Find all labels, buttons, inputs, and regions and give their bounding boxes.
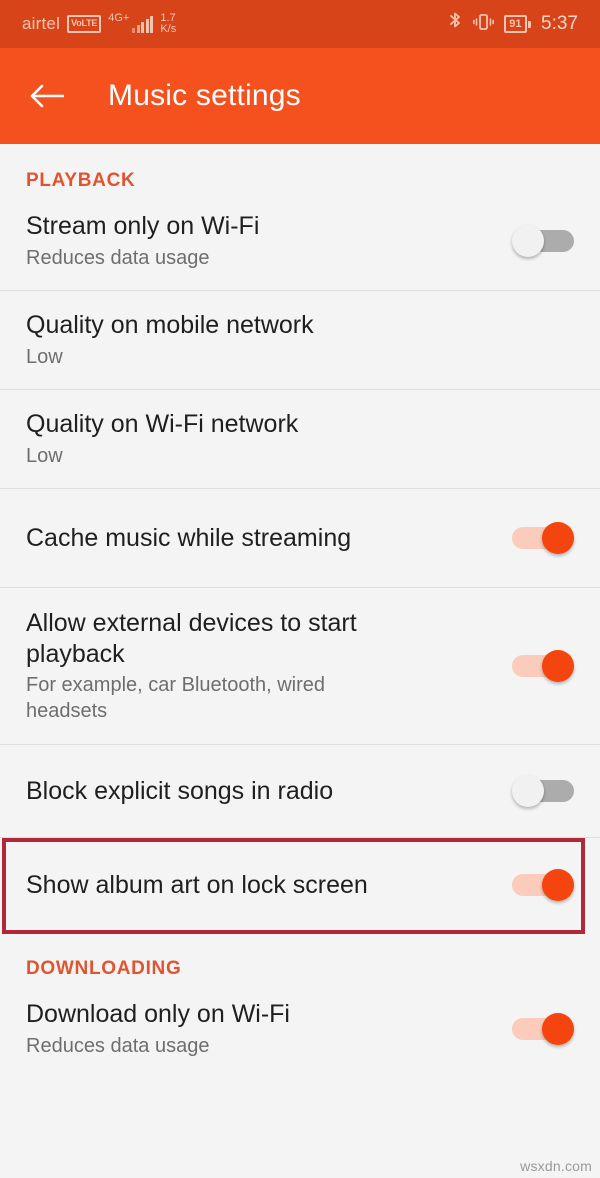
- row-title: Cache music while streaming: [26, 523, 352, 552]
- row-title: Quality on Wi-Fi network: [26, 410, 299, 439]
- row-subtitle: For example, car Bluetooth, wired headse…: [26, 674, 326, 722]
- row-title: Quality on mobile network: [26, 311, 314, 340]
- watermark-label: wsxdn.com: [520, 1158, 592, 1174]
- status-bar: airtel VoLTE 4G+ 1.7 K/s 91 5:37: [0, 0, 600, 48]
- battery-cap: [528, 20, 532, 28]
- toggle-block-explicit-songs[interactable]: [512, 773, 574, 809]
- row-title: Allow external devices to start playback: [26, 609, 357, 668]
- status-bar-right: 91 5:37: [448, 11, 578, 37]
- section-header-downloading: DOWNLOADING: [26, 958, 182, 979]
- clock-label: 5:37: [541, 13, 578, 34]
- toggle-stream-only-wifi[interactable]: [512, 223, 574, 259]
- toggle-show-album-art[interactable]: [512, 867, 574, 903]
- toggle-knob: [512, 225, 544, 257]
- network-type-label: 4G+: [108, 12, 130, 24]
- toggle-cache-music[interactable]: [512, 520, 574, 556]
- page-title: Music settings: [108, 79, 301, 112]
- carrier-label: airtel: [22, 14, 61, 33]
- setting-row-quality-mobile[interactable]: Quality on mobile network Low: [0, 291, 600, 389]
- setting-row-stream-only-wifi[interactable]: Stream only on Wi-Fi Reduces data usage: [0, 192, 600, 290]
- app-bar: Music settings: [0, 48, 600, 144]
- settings-list: PLAYBACK Stream only on Wi-Fi Reduces da…: [0, 144, 600, 1078]
- row-texts: Show album art on lock screen: [26, 870, 368, 901]
- signal-strength-icon: [132, 15, 154, 33]
- row-texts: Block explicit songs in radio: [26, 776, 333, 807]
- toggle-knob: [542, 869, 574, 901]
- toggle-download-only-wifi[interactable]: [512, 1011, 574, 1047]
- row-subtitle: Low: [26, 444, 63, 467]
- phone-screen: airtel VoLTE 4G+ 1.7 K/s 91 5:37 Music s…: [0, 0, 600, 1178]
- row-title: Block explicit songs in radio: [26, 776, 334, 805]
- battery-icon: 91: [504, 14, 532, 34]
- back-arrow-icon[interactable]: [26, 75, 68, 117]
- vibrate-icon: [473, 12, 495, 37]
- row-subtitle: Reduces data usage: [26, 246, 210, 269]
- toggle-knob: [512, 775, 544, 807]
- setting-row-cache-music[interactable]: Cache music while streaming: [0, 489, 600, 587]
- row-texts: Quality on Wi-Fi network Low: [26, 409, 298, 469]
- toggle-allow-external-devices[interactable]: [512, 648, 574, 684]
- toggle-knob: [542, 522, 574, 554]
- row-texts: Stream only on Wi-Fi Reduces data usage: [26, 211, 259, 271]
- setting-row-block-explicit-songs[interactable]: Block explicit songs in radio: [0, 745, 600, 837]
- row-subtitle: Low: [26, 345, 63, 368]
- setting-row-allow-external-devices[interactable]: Allow external devices to start playback…: [0, 588, 600, 744]
- section-header-playback: PLAYBACK: [26, 170, 136, 191]
- setting-row-download-only-wifi[interactable]: Download only on Wi-Fi Reduces data usag…: [0, 980, 600, 1078]
- row-title: Download only on Wi-Fi: [26, 1000, 290, 1029]
- volte-badge: VoLTE: [67, 15, 102, 33]
- data-speed-indicator: 1.7 K/s: [160, 13, 176, 35]
- status-bar-left: airtel VoLTE 4G+ 1.7 K/s: [22, 12, 176, 35]
- bluetooth-icon: [448, 11, 463, 37]
- battery-percent-label: 91: [504, 14, 527, 34]
- data-speed-unit: K/s: [160, 23, 177, 35]
- setting-row-show-album-art[interactable]: Show album art on lock screen: [0, 838, 600, 932]
- row-title: Show album art on lock screen: [26, 870, 368, 899]
- row-texts: Download only on Wi-Fi Reduces data usag…: [26, 999, 290, 1059]
- row-texts: Cache music while streaming: [26, 523, 351, 554]
- row-subtitle: Reduces data usage: [26, 1034, 210, 1057]
- setting-row-quality-wifi[interactable]: Quality on Wi-Fi network Low: [0, 390, 600, 488]
- toggle-knob: [542, 650, 574, 682]
- row-texts: Quality on mobile network Low: [26, 310, 314, 370]
- row-texts: Allow external devices to start playback…: [26, 608, 406, 724]
- row-title: Stream only on Wi-Fi: [26, 212, 260, 241]
- toggle-knob: [542, 1013, 574, 1045]
